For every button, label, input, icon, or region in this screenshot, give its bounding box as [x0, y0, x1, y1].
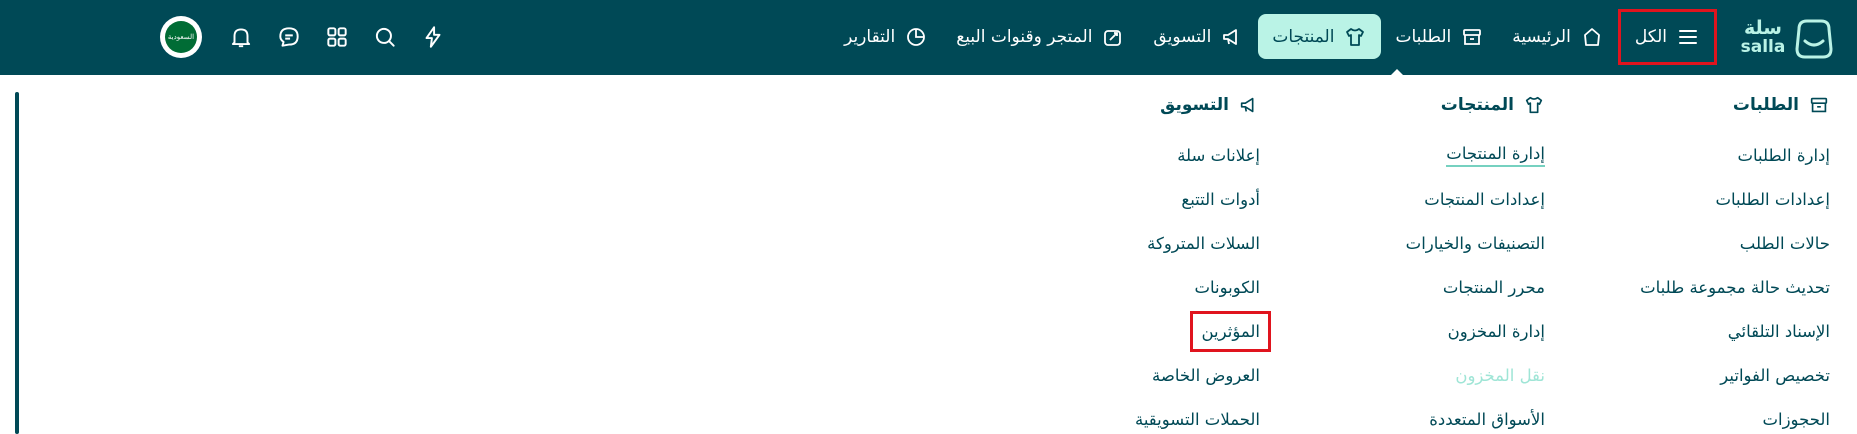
- menu-column-products: المنتجات إدارة المنتجات إعدادات المنتجات…: [1315, 90, 1545, 434]
- menu-item-label: نقل المخزون: [1455, 365, 1545, 385]
- menu-item-special-offers[interactable]: العروض الخاصة: [1020, 353, 1260, 397]
- nav-reports[interactable]: التقارير: [830, 14, 942, 59]
- nav-orders[interactable]: الطلبات: [1381, 14, 1498, 59]
- megaphone-icon: [1223, 28, 1238, 45]
- salla-logo[interactable]: سلة salla: [1739, 14, 1839, 62]
- menu-item-salla-ads[interactable]: إعلانات سلة: [1020, 133, 1260, 177]
- saudi-flag-icon: السعودية: [165, 20, 197, 53]
- menu-item-label: حالات الطلب: [1739, 233, 1830, 253]
- home-icon: [1583, 27, 1600, 46]
- megaphone-icon: [1240, 97, 1254, 113]
- menu-item-label: تحديث حالة مجموعة طلبات: [1640, 277, 1830, 297]
- menu-item-products-editor[interactable]: محرر المنتجات: [1315, 265, 1545, 309]
- menu-item-label: التصنيفات والخيارات: [1405, 233, 1545, 253]
- menu-item-label: إعدادات المنتجات: [1424, 189, 1545, 209]
- menu-heading-label: التسويق: [1160, 95, 1229, 115]
- menu-item-invoice-customization[interactable]: تخصيص الفواتير: [1600, 353, 1830, 397]
- main-nav: الكل الرئيسية الطلبات المنتجات التسويق ا…: [830, 8, 1717, 65]
- menu-heading-products: المنتجات: [1315, 90, 1545, 120]
- menu-icon: [1679, 29, 1697, 44]
- top-navigation-bar: سلة salla الكل الرئيسية الطلبات المنتجات…: [0, 0, 1857, 75]
- menu-item-tracking-tools[interactable]: أدوات التتبع: [1020, 177, 1260, 221]
- salla-bag-icon: [1795, 19, 1833, 59]
- menu-item-auto-assign[interactable]: الإسناد التلقائي: [1600, 309, 1830, 353]
- menu-heading-orders: الطلبات: [1600, 90, 1830, 120]
- menu-item-label: إدارة الطلبات: [1737, 145, 1830, 165]
- menu-item-bulk-status-update[interactable]: تحديث حالة مجموعة طلبات: [1600, 265, 1830, 309]
- menu-item-label: الكوبونات: [1194, 277, 1260, 297]
- menu-item-label: الأسواق المتعددة: [1429, 409, 1545, 429]
- nav-reports-label: التقارير: [844, 26, 896, 47]
- menu-column-marketing: التسويق إعلانات سلة أدوات التتبع السلات …: [1020, 90, 1271, 434]
- tshirt-icon: [1346, 27, 1365, 46]
- menu-item-multi-markets[interactable]: الأسواق المتعددة: [1315, 397, 1545, 434]
- nav-store-channels-label: المتجر وقنوات البيع: [956, 26, 1093, 47]
- menu-item-abandoned-carts[interactable]: السلات المتروكة: [1020, 221, 1260, 265]
- nav-products[interactable]: المنتجات: [1258, 14, 1382, 59]
- pie-chart-icon: [907, 27, 926, 46]
- nav-orders-label: الطلبات: [1395, 26, 1452, 47]
- menu-column-orders: الطلبات إدارة الطلبات إعدادات الطلبات حا…: [1600, 90, 1830, 434]
- menu-item-orders-settings[interactable]: إعدادات الطلبات: [1600, 177, 1830, 221]
- store-channels-icon: [1104, 29, 1122, 46]
- menu-item-label: تخصيص الفواتير: [1720, 365, 1830, 385]
- menu-item-label: العروض الخاصة: [1152, 365, 1260, 385]
- menu-item-label: السلات المتروكة: [1147, 233, 1260, 253]
- menu-heading-label: المنتجات: [1440, 95, 1514, 115]
- nav-store-channels[interactable]: المتجر وقنوات البيع: [942, 14, 1139, 59]
- menu-item-label: الحجوزات: [1762, 409, 1830, 429]
- nav-home-label: الرئيسية: [1512, 26, 1571, 47]
- bell-icon[interactable]: [227, 23, 255, 51]
- logo-arabic: سلة: [1744, 17, 1782, 39]
- menu-item-label: أدوات التتبع: [1181, 189, 1260, 209]
- search-icon[interactable]: [371, 23, 399, 51]
- logo-latin: salla: [1740, 37, 1786, 57]
- menu-item-order-statuses[interactable]: حالات الطلب: [1600, 221, 1830, 265]
- menu-item-influencers[interactable]: المؤثرين: [1020, 309, 1271, 353]
- nav-products-label: المنتجات: [1272, 26, 1335, 47]
- menu-heading-marketing: التسويق: [1020, 90, 1260, 120]
- menu-item-orders-manage[interactable]: إدارة الطلبات: [1600, 133, 1830, 177]
- toolbar-icons: السعودية: [160, 14, 467, 59]
- flash-icon[interactable]: [419, 23, 447, 51]
- menu-item-coupons[interactable]: الكوبونات: [1020, 265, 1260, 309]
- nav-marketing-label: التسويق: [1153, 26, 1212, 47]
- menu-item-products-manage[interactable]: إدارة المنتجات: [1315, 133, 1545, 177]
- nav-all-label: الكل: [1634, 26, 1667, 47]
- menu-item-inventory-manage[interactable]: إدارة المخزون: [1315, 309, 1545, 353]
- tshirt-icon: [1525, 96, 1543, 114]
- menu-heading-label: الطلبات: [1732, 95, 1799, 115]
- menu-item-products-settings[interactable]: إعدادات المنتجات: [1315, 177, 1545, 221]
- menu-item-label: إدارة المخزون: [1447, 321, 1545, 341]
- menu-item-label: الحملات التسويقية: [1134, 409, 1260, 429]
- nav-marketing[interactable]: التسويق: [1139, 14, 1258, 59]
- apps-grid-icon[interactable]: [323, 23, 351, 51]
- menu-item-bookings[interactable]: الحجوزات: [1600, 397, 1830, 434]
- archive-box-icon: [1463, 28, 1482, 45]
- menu-item-inventory-transfer[interactable]: نقل المخزون: [1315, 353, 1545, 397]
- nav-home[interactable]: الرئيسية: [1498, 14, 1618, 59]
- menu-item-categories-options[interactable]: التصنيفات والخيارات: [1315, 221, 1545, 265]
- menu-item-label: الإسناد التلقائي: [1727, 321, 1830, 341]
- language-flag-button[interactable]: السعودية: [160, 15, 202, 58]
- archive-box-icon: [1810, 97, 1828, 113]
- menu-item-label: إدارة المنتجات: [1446, 144, 1545, 167]
- menu-item-label: محرر المنتجات: [1442, 277, 1545, 297]
- chat-icon[interactable]: [275, 23, 303, 51]
- scrollbar[interactable]: [15, 92, 19, 434]
- logo-text: سلة salla: [1739, 19, 1787, 57]
- menu-item-marketing-campaigns[interactable]: الحملات التسويقية: [1020, 397, 1260, 434]
- mega-menu-panel: [0, 75, 1857, 434]
- menu-item-label: إعلانات سلة: [1177, 145, 1260, 165]
- menu-item-label: المؤثرين: [1190, 310, 1271, 352]
- nav-all-button[interactable]: الكل: [1617, 8, 1717, 65]
- menu-item-label: إعدادات الطلبات: [1715, 189, 1830, 209]
